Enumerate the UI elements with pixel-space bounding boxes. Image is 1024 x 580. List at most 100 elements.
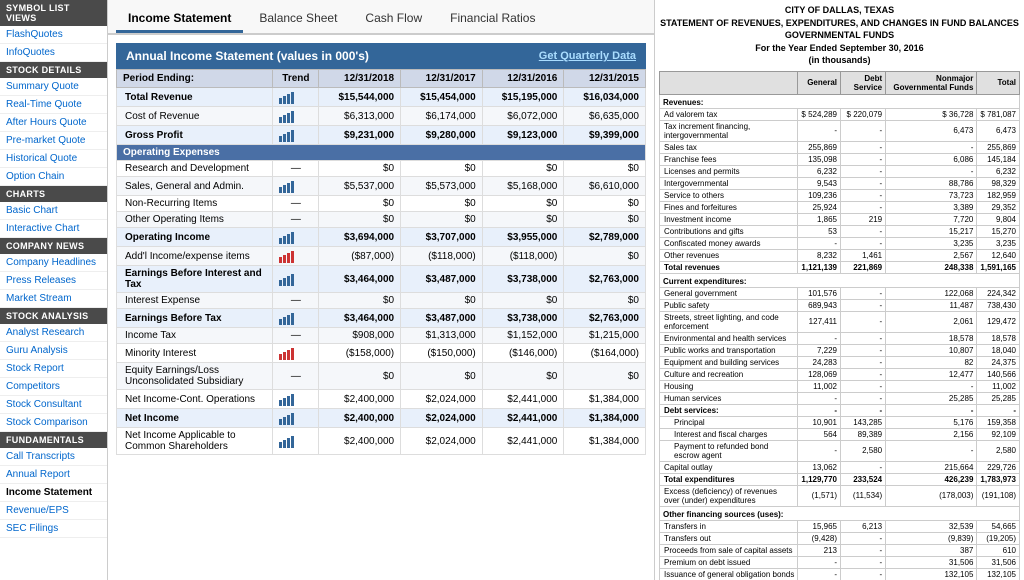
right-row-label: Issuance of general obligation bonds [660,568,798,580]
sidebar-item[interactable]: Pre-market Quote [0,132,107,150]
sidebar-item[interactable]: Competitors [0,378,107,396]
income-cell-v2: $1,313,000 [401,328,483,344]
income-cell-v4: $0 [564,161,646,177]
right-cell: 32,539 [886,520,977,532]
right-table-row: Tax increment financing, intergovernment… [660,120,1020,141]
sidebar-item[interactable]: Income Statement [0,484,107,502]
right-cell: - [886,380,977,392]
income-cell-v4: $6,610,000 [564,177,646,196]
right-cell: - [841,461,886,473]
trend-cell [273,409,319,428]
income-cell-v1: $0 [319,363,401,390]
right-row-label: Environmental and health services [660,332,798,344]
tab-financial-ratios[interactable]: Financial Ratios [438,6,547,33]
sidebar-item[interactable]: Interactive Chart [0,220,107,238]
right-cell: 387 [886,544,977,556]
right-table-row: Payment to refunded bond escrow agent-2,… [660,440,1020,461]
right-cell: 219 [841,213,886,225]
income-row-label: Net Income Applicable to Common Sharehol… [117,428,273,455]
right-cell: $ 36,728 [886,108,977,120]
right-cell: 135,098 [798,153,841,165]
quarterly-link[interactable]: Get Quarterly Data [539,50,636,62]
tab-cash-flow[interactable]: Cash Flow [353,6,434,33]
right-cell: (9,839) [886,532,977,544]
trend-cell [273,344,319,363]
sidebar-item[interactable]: Option Chain [0,168,107,186]
right-cell: 10,901 [798,416,841,428]
sidebar-item[interactable]: Press Releases [0,272,107,290]
income-row-label: Earnings Before Interest and Tax [117,266,273,293]
sidebar-item[interactable]: Historical Quote [0,150,107,168]
income-cell-v4: $0 [564,212,646,228]
right-cell: - [798,404,841,416]
right-section-label: Current expenditures: [660,273,1020,287]
sidebar-section-header: FUNDAMENTALS [0,432,107,448]
right-cell: 1,865 [798,213,841,225]
right-row-label: Total expenditures [660,473,798,485]
right-title-5: (in thousands) [659,54,1020,67]
sidebar-item[interactable]: Guru Analysis [0,342,107,360]
sidebar-item[interactable]: SEC Filings [0,520,107,538]
income-cell-v3: $2,441,000 [482,428,564,455]
right-table-row: Total expenditures1,129,770233,524426,23… [660,473,1020,485]
income-cell-v1: $5,537,000 [319,177,401,196]
sidebar-item[interactable]: Real-Time Quote [0,96,107,114]
income-row: Cost of Revenue$6,313,000$6,174,000$6,07… [117,107,646,126]
sidebar-item[interactable]: FlashQuotes [0,26,107,44]
right-table-row: Transfers in15,9656,21332,53954,665 [660,520,1020,532]
right-row-label: Interest and fiscal charges [660,428,798,440]
right-cell: 248,338 [886,261,977,273]
tab-balance-sheet[interactable]: Balance Sheet [247,6,349,33]
sidebar-item[interactable]: Basic Chart [0,202,107,220]
tab-income-statement[interactable]: Income Statement [116,6,243,33]
income-table: Period Ending: Trend 12/31/2018 12/31/20… [116,69,646,455]
sidebar-item[interactable]: Call Transcripts [0,448,107,466]
income-table-head-row: Period Ending: Trend 12/31/2018 12/31/20… [117,70,646,88]
income-cell-v1: $2,400,000 [319,409,401,428]
sidebar-item[interactable]: Summary Quote [0,78,107,96]
right-table-row: Interest and fiscal charges56489,3892,15… [660,428,1020,440]
right-table-row: Equipment and building services24,283-82… [660,356,1020,368]
income-row-label: Interest Expense [117,293,273,309]
income-row: Sales, General and Admin.$5,537,000$5,57… [117,177,646,196]
right-cell: 1,461 [841,249,886,261]
col-2017: 12/31/2017 [401,70,483,88]
sidebar-item[interactable]: Revenue/EPS [0,502,107,520]
right-cell: 2,061 [886,311,977,332]
income-cell-v4: $0 [564,247,646,266]
right-section-header: Revenues: [660,94,1020,108]
right-cell: - [841,287,886,299]
income-cell-v2: $3,707,000 [401,228,483,247]
income-row: Other Operating Items—$0$0$0$0 [117,212,646,228]
income-cell-v4: $0 [564,196,646,212]
right-cell: - [841,237,886,249]
right-cell: - [841,568,886,580]
right-cell: - [841,532,886,544]
right-cell: 25,285 [886,392,977,404]
sidebar-item[interactable]: Stock Comparison [0,414,107,432]
right-title-1: CITY OF DALLAS, TEXAS [659,4,1020,17]
income-row-label: Net Income [117,409,273,428]
trend-cell: — [273,293,319,309]
income-cell-v3: $2,441,000 [482,390,564,409]
right-cell: - [841,225,886,237]
right-cell: - [886,440,977,461]
sidebar-item[interactable]: After Hours Quote [0,114,107,132]
sidebar-item[interactable]: Stock Report [0,360,107,378]
right-cell: 24,375 [977,356,1020,368]
sidebar-item[interactable]: Company Headlines [0,254,107,272]
sidebar-item[interactable]: InfoQuotes [0,44,107,62]
right-row-label: Streets, street lighting, and code enfor… [660,311,798,332]
income-cell-v2: $0 [401,212,483,228]
sidebar-item[interactable]: Analyst Research [0,324,107,342]
sidebar-item[interactable]: Stock Consultant [0,396,107,414]
right-cell: 18,578 [977,332,1020,344]
income-cell-v1: $9,231,000 [319,126,401,145]
right-table-row: Franchise fees135,098-6,086145,184 [660,153,1020,165]
sidebar-item[interactable]: Market Stream [0,290,107,308]
sidebar-item[interactable]: Annual Report [0,466,107,484]
right-row-label: Housing [660,380,798,392]
right-col-nonmajor: Nonmajor Governmental Funds [886,71,977,94]
right-cell: 15,270 [977,225,1020,237]
right-cell: - [798,556,841,568]
